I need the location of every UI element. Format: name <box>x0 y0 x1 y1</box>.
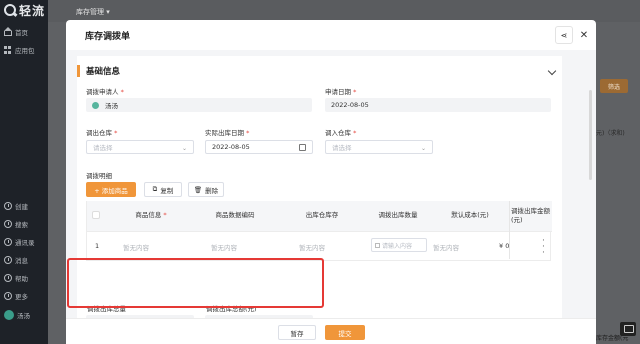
apply-date-label: 申请日期 * <box>325 88 357 96</box>
table-row: 1 暂无内容 暂无内容 暂无内容 请输入内容 暂无内容 ¥ 0 · · · <box>87 231 552 259</box>
sidebar-item-label: 创建 <box>15 203 28 211</box>
actual-out-date-picker[interactable]: 2022-08-05 <box>205 140 313 154</box>
sidebar-item-search[interactable]: 搜索 <box>4 219 28 229</box>
column-header-qty: 调拨出库数量 <box>378 211 418 219</box>
sidebar-item-label: 更多 <box>15 293 28 301</box>
column-header-cost: 默认成本(元) <box>451 211 489 219</box>
out-warehouse-label: 调出仓库 * <box>86 129 118 137</box>
cost-cell: 暂无内容 <box>433 244 459 252</box>
background-column-header: 元)（求和) <box>596 130 625 137</box>
sidebar-item-label: 消息 <box>15 257 28 265</box>
close-button[interactable]: ✕ <box>575 26 593 44</box>
qty-input[interactable]: 请输入内容 <box>371 238 427 252</box>
column-header-product: 商品信息 * <box>135 211 167 219</box>
sidebar-item-label: 搜索 <box>15 221 28 229</box>
sidebar-item-messages[interactable]: 消息 <box>4 255 28 265</box>
code-cell: 暂无内容 <box>211 244 237 252</box>
share-icon: ⋖ <box>560 30 568 40</box>
select-all-checkbox[interactable] <box>92 211 100 219</box>
stock-cell: 暂无内容 <box>299 244 325 252</box>
apps-icon <box>4 46 12 54</box>
breadcrumb[interactable]: 库存管理 ▾ <box>76 7 110 17</box>
in-warehouse-select[interactable]: 请选择 ⌄ <box>325 140 433 154</box>
sidebar: 轻流 首页 应用包 创建 搜索 通讯录 消息 帮助 更多 汤汤 <box>0 0 48 344</box>
scrollbar[interactable] <box>589 90 592 180</box>
more-icon <box>4 292 12 300</box>
actual-out-date-label: 实际出库日期 * <box>205 129 250 137</box>
chevron-down-icon: ⌄ <box>420 145 426 152</box>
avatar <box>4 310 14 320</box>
sidebar-item-create[interactable]: 创建 <box>4 201 28 211</box>
out-warehouse-select[interactable]: 请选择 ⌄ <box>86 140 194 154</box>
row-index: 1 <box>95 242 100 250</box>
trash-icon: 🗑 <box>193 185 203 194</box>
modal-header: 库存调拨单 ⋖ ✕ <box>66 20 596 50</box>
sidebar-item-contacts[interactable]: 通讯录 <box>4 237 35 247</box>
sidebar-item-label: 应用包 <box>15 47 35 55</box>
create-icon <box>4 202 12 210</box>
detail-label: 调拨明细 <box>86 172 112 180</box>
column-header-stock: 出库仓库存 <box>305 211 339 219</box>
logo-text: 轻流 <box>19 3 46 18</box>
modal-footer: 暂存 提交 <box>66 318 596 344</box>
save-draft-button[interactable]: 暂存 <box>278 325 316 340</box>
column-header-code: 商品数据编码 <box>215 211 255 219</box>
add-product-button[interactable]: + 添加商品 <box>86 182 136 197</box>
chevron-down-icon[interactable] <box>547 66 557 76</box>
sidebar-item-label: 首页 <box>15 29 28 37</box>
app-logo[interactable]: 轻流 <box>4 2 45 18</box>
close-icon: ✕ <box>579 29 589 41</box>
bell-icon <box>4 256 12 264</box>
number-icon <box>375 242 380 248</box>
applicant-label: 调拨申请人 * <box>86 88 124 96</box>
section-accent-bar <box>77 65 80 77</box>
chat-icon[interactable] <box>620 322 636 336</box>
highlight-box <box>67 258 324 308</box>
column-divider <box>509 201 510 259</box>
submit-button[interactable]: 提交 <box>325 325 365 340</box>
section-header: 基础信息 <box>77 64 120 78</box>
sidebar-item-more[interactable]: 更多 <box>4 291 28 301</box>
share-button[interactable]: ⋖ <box>555 26 573 44</box>
apply-date-value: 2022-08-05 <box>331 101 369 109</box>
in-warehouse-label: 调入仓库 * <box>325 129 357 137</box>
sidebar-item-label: 通讯录 <box>15 239 35 247</box>
user-profile[interactable]: 汤汤 <box>4 310 30 320</box>
transfer-order-modal: 库存调拨单 ⋖ ✕ 基础信息 调拨申请人 * 汤汤 申请日期 * 2022-08… <box>66 20 596 344</box>
sidebar-item-apps[interactable]: 应用包 <box>4 45 35 55</box>
amount-cell: ¥ 0 <box>499 242 510 250</box>
sidebar-item-help[interactable]: 帮助 <box>4 273 28 283</box>
applicant-value: 汤汤 <box>105 102 118 110</box>
contacts-icon <box>4 238 12 246</box>
detail-table: 商品信息 * 商品数据编码 出库仓库存 调拨出库数量 默认成本(元) 调拨出库金… <box>86 201 552 261</box>
help-icon <box>4 274 12 282</box>
modal-title: 库存调拨单 <box>85 32 131 42</box>
copy-icon: ⧉ <box>152 185 158 193</box>
calendar-icon <box>299 144 306 151</box>
delete-button[interactable]: 🗑 删除 <box>188 182 224 197</box>
table-header: 商品信息 * 商品数据编码 出库仓库存 调拨出库数量 默认成本(元) 调拨出库金… <box>87 201 552 231</box>
filter-button[interactable]: 筛选 <box>600 79 628 93</box>
user-name: 汤汤 <box>17 312 30 320</box>
sidebar-item-label: 帮助 <box>15 275 28 283</box>
copy-button[interactable]: ⧉ 复制 <box>144 182 182 197</box>
chevron-down-icon: ⌄ <box>181 145 187 152</box>
apply-date-field: 2022-08-05 <box>325 98 551 112</box>
top-bar <box>48 0 640 22</box>
more-vertical-icon[interactable]: · · · <box>542 237 545 258</box>
applicant-field: 汤汤 <box>86 98 312 112</box>
search-icon <box>4 220 12 228</box>
user-avatar-icon <box>92 101 99 109</box>
home-icon <box>4 27 12 36</box>
column-header-amount: 调拨出库金额(元) <box>511 207 550 224</box>
sidebar-item-home[interactable]: 首页 <box>4 27 28 37</box>
section-title: 基础信息 <box>86 67 121 77</box>
product-cell[interactable]: 暂无内容 <box>123 242 149 252</box>
logo-icon <box>4 4 16 16</box>
